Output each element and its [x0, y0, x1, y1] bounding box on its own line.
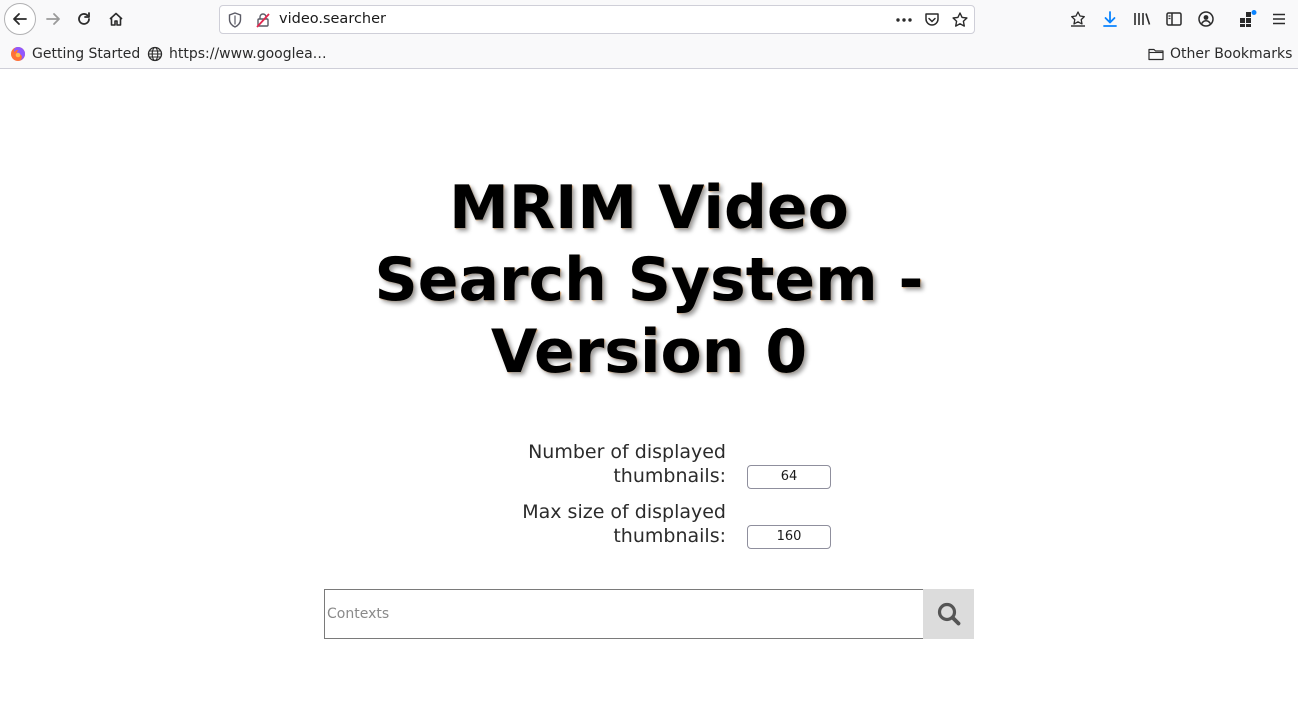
- bookmarks-toolbar: Getting Started https://www.googlea… Oth…: [0, 39, 1298, 69]
- star-shelf-icon: [1071, 11, 1085, 27]
- page-title: MRIM Video Search System - Version 0: [324, 172, 974, 388]
- hamburger-menu-icon: [1273, 13, 1285, 25]
- url-text[interactable]: video.searcher: [279, 11, 386, 27]
- account-button[interactable]: [1195, 8, 1217, 30]
- other-bookmarks-folder[interactable]: Other Bookmarks: [1148, 44, 1292, 64]
- download-arrow-icon: [1103, 11, 1117, 27]
- bookmark-label: https://www.googlea…: [169, 46, 327, 62]
- home-button[interactable]: [101, 4, 131, 34]
- extensions-icon: [1240, 10, 1257, 27]
- page-actions-icon[interactable]: [894, 11, 914, 33]
- tracking-shield-icon[interactable]: [228, 12, 242, 32]
- url-bar[interactable]: video.searcher: [219, 5, 975, 34]
- bookmark-getting-started[interactable]: Getting Started: [10, 44, 140, 64]
- app-menu-button[interactable]: [1268, 8, 1290, 30]
- insecure-lock-icon[interactable]: [255, 12, 271, 32]
- forward-button[interactable]: [38, 4, 68, 34]
- search-button[interactable]: [923, 589, 974, 639]
- library-icon: [1134, 13, 1151, 25]
- label-line: Max size of displayed: [522, 501, 726, 523]
- pocket-icon[interactable]: [923, 11, 941, 33]
- thumbnail-size-input[interactable]: 160: [747, 525, 831, 549]
- title-line: Version 0: [490, 317, 808, 387]
- globe-icon: [147, 46, 163, 62]
- folder-icon: [1148, 48, 1164, 61]
- sidebar-icon: [1166, 12, 1182, 26]
- bookmark-label: Getting Started: [32, 46, 141, 62]
- browser-toolbar: video.searcher: [0, 0, 1298, 39]
- library-button[interactable]: [1131, 8, 1153, 30]
- extensions-button[interactable]: [1236, 8, 1258, 30]
- title-line: Search System -: [374, 245, 924, 315]
- thumbnail-count-label: Number of displayed thumbnails:: [528, 440, 726, 488]
- account-icon: [1198, 11, 1214, 27]
- sidebar-button[interactable]: [1163, 8, 1185, 30]
- other-bookmarks-label: Other Bookmarks: [1170, 46, 1293, 62]
- search-placeholder: Contexts: [327, 606, 390, 622]
- downloads-button[interactable]: [1099, 8, 1121, 30]
- thumbnail-size-label: Max size of displayed thumbnails:: [522, 500, 726, 548]
- arrow-right-icon: [46, 13, 60, 25]
- label-line: Number of displayed: [528, 441, 726, 463]
- contexts-search-input[interactable]: Contexts: [324, 589, 924, 639]
- reload-icon: [78, 12, 90, 25]
- search-icon: [937, 602, 960, 626]
- bookmark-star-icon[interactable]: [951, 11, 969, 33]
- home-icon: [109, 12, 123, 26]
- back-button[interactable]: [4, 3, 36, 35]
- bookmark-google-link[interactable]: https://www.googlea…: [147, 44, 327, 64]
- reload-button[interactable]: [69, 4, 99, 34]
- label-line: thumbnails:: [613, 525, 726, 547]
- label-line: thumbnails:: [613, 465, 726, 487]
- title-line: MRIM Video: [449, 173, 849, 243]
- bookmarks-menu-button[interactable]: [1067, 8, 1089, 30]
- thumbnail-count-input[interactable]: 64: [747, 465, 831, 489]
- arrow-left-icon: [13, 13, 27, 25]
- firefox-icon: [11, 47, 25, 61]
